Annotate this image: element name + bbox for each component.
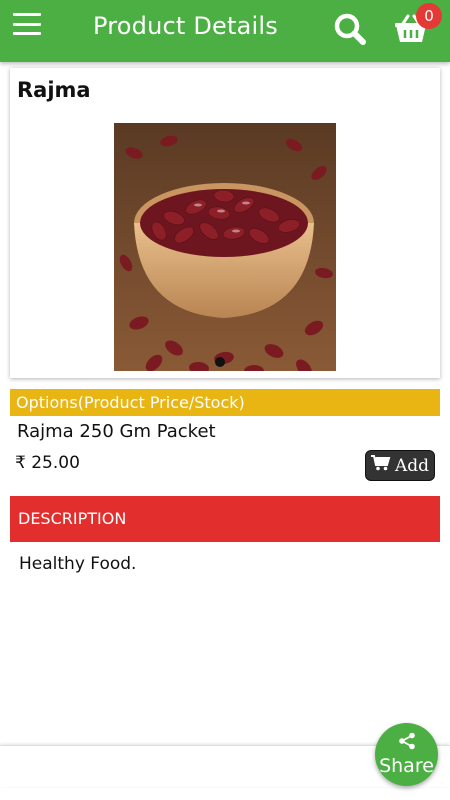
add-button-label: Add	[394, 455, 430, 476]
cart-icon	[370, 455, 391, 476]
add-to-cart-button[interactable]: Add	[365, 450, 435, 481]
cart-count-badge: 0	[416, 3, 442, 29]
product-name: Rajma	[17, 78, 91, 102]
page-title: Product Details	[93, 12, 278, 40]
share-label: Share	[379, 755, 434, 777]
options-header: Options(Product Price/Stock)	[10, 389, 440, 416]
carousel-indicator-dot[interactable]	[215, 357, 225, 367]
product-image[interactable]	[114, 123, 336, 371]
search-icon[interactable]	[333, 12, 367, 46]
price-label: ₹ 25.00	[15, 453, 80, 473]
share-icon	[398, 732, 416, 754]
variant-name: Rajma 250 Gm Packet	[17, 421, 216, 442]
price-value: 25.00	[31, 453, 80, 473]
hamburger-menu-icon[interactable]	[11, 11, 43, 37]
rupee-icon: ₹	[15, 453, 26, 473]
product-card: Rajma	[10, 68, 440, 378]
description-header: DESCRIPTION	[10, 496, 440, 542]
share-button[interactable]: Share	[375, 723, 438, 786]
description-text: Healthy Food.	[19, 554, 137, 574]
app-bar: Product Details 0	[0, 0, 450, 62]
